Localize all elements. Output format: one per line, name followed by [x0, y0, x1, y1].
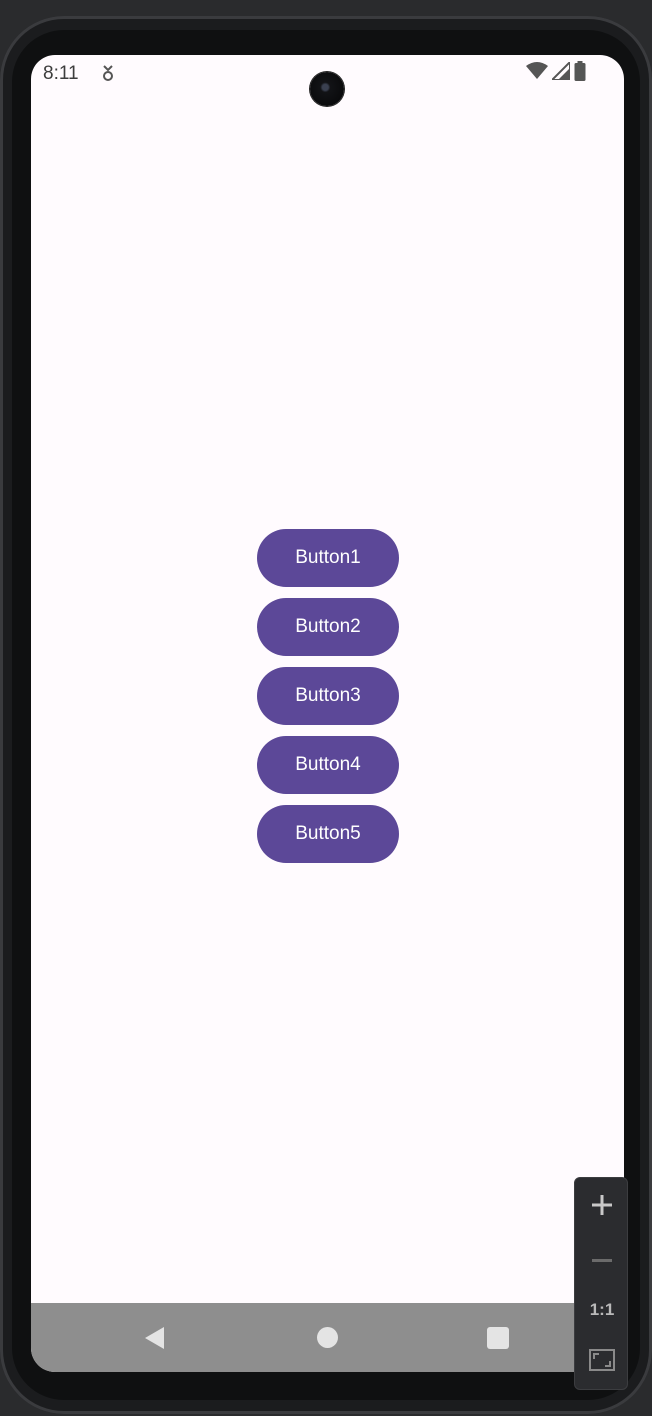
button-3[interactable]: Button3 [257, 667, 399, 725]
home-circle-icon[interactable] [317, 1327, 338, 1348]
device-screen: 8:11 Button1 Button2 Button3 Button4 But… [31, 55, 624, 1372]
button-5[interactable]: Button5 [257, 805, 399, 863]
download-notification-icon [101, 64, 115, 82]
emulator-device: 8:11 Button1 Button2 Button3 Button4 But… [0, 0, 652, 1416]
battery-icon [574, 60, 586, 86]
front-camera [310, 72, 344, 106]
status-time: 8:11 [43, 63, 79, 84]
zoom-out-button[interactable] [575, 1235, 629, 1283]
cell-signal-icon [549, 59, 571, 85]
zoom-in-button[interactable] [575, 1183, 629, 1231]
status-bar: 8:11 [31, 55, 624, 106]
button-4[interactable]: Button4 [257, 736, 399, 794]
status-icons [526, 59, 586, 86]
button-1[interactable]: Button1 [257, 529, 399, 587]
back-triangle-icon[interactable] [143, 1326, 167, 1350]
fit-screen-icon [589, 1348, 615, 1376]
button-column: Button1 Button2 Button3 Button4 Button5 [257, 529, 399, 863]
plus-icon [592, 1194, 612, 1220]
recents-square-icon[interactable] [487, 1327, 509, 1349]
zoom-to-fit-button[interactable] [575, 1338, 629, 1386]
wifi-icon [526, 61, 548, 85]
zoom-actual-size-button[interactable]: 1:1 [575, 1286, 629, 1334]
emulator-zoom-controls: 1:1 [574, 1177, 628, 1390]
button-2[interactable]: Button2 [257, 598, 399, 656]
minus-icon [592, 1250, 612, 1268]
navigation-bar [31, 1303, 624, 1372]
